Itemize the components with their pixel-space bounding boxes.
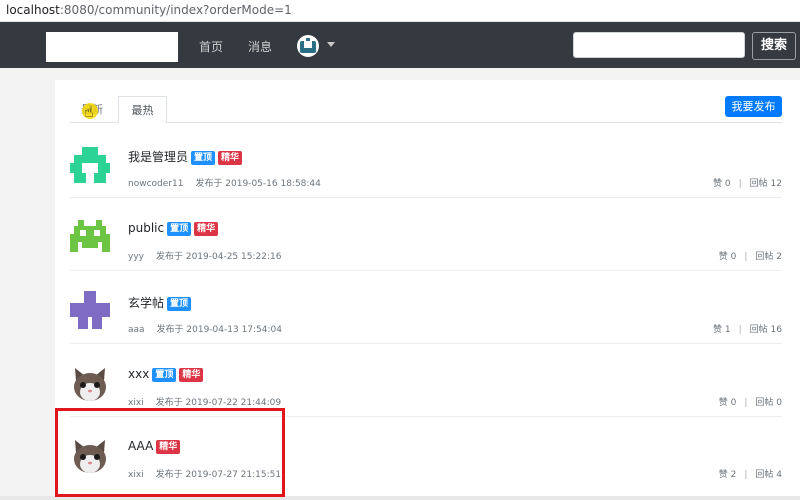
nav-home-link[interactable]: 首页 bbox=[199, 38, 223, 55]
post-author: xixi bbox=[128, 470, 144, 480]
browser-url-bar[interactable]: localhost:8080/community/index?orderMode… bbox=[0, 0, 800, 22]
url-path: :8080/community/index?orderMode=1 bbox=[59, 3, 292, 17]
post-time: 发布于 2019-07-22 21:44:09 bbox=[155, 398, 282, 408]
post-replies: 回帖 2 bbox=[755, 252, 782, 262]
post-author: aaa bbox=[128, 325, 145, 335]
nav-messages-link[interactable]: 消息 bbox=[248, 38, 272, 55]
post-title: 玄学帖 bbox=[128, 296, 165, 310]
status-bar bbox=[0, 496, 800, 500]
green-pixel-robot-icon[interactable] bbox=[70, 145, 110, 185]
tabs-divider bbox=[70, 122, 782, 123]
badge-top: 置顶 bbox=[167, 297, 192, 311]
post-meta: nowcoder11 发布于 2019-05-16 18:58:44 bbox=[128, 176, 321, 189]
post-likes: 赞 0 bbox=[713, 179, 731, 189]
post-item: AAA 精华 xixi 发布于 2019-07-27 21:15:51 赞 2 | 回帖… bbox=[70, 416, 782, 489]
chevron-down-icon[interactable] bbox=[327, 42, 335, 47]
post-time: 发布于 2019-05-16 18:58:44 bbox=[195, 179, 321, 189]
post-likes: 赞 2 bbox=[718, 470, 737, 480]
purple-pixel-cross-icon[interactable] bbox=[70, 291, 110, 331]
post-item: xxx 置顶 精华 xixi 发布于 2019-07-22 21:44:09 赞 0 |… bbox=[70, 344, 782, 417]
url-text[interactable]: localhost:8080/community/index?orderMode… bbox=[6, 3, 292, 17]
post-stats: 赞 0 | 回帖 0 bbox=[718, 398, 782, 408]
user-avatar-dropdown[interactable] bbox=[297, 35, 319, 57]
post-title-link[interactable]: xxx 置顶 精华 bbox=[128, 367, 204, 382]
post-title: AAA bbox=[128, 439, 154, 453]
post-item: 我是管理员 置顶 精华 nowcoder11 发布于 2019-05-16 18:58… bbox=[70, 125, 782, 198]
user-avatar-icon bbox=[300, 38, 316, 53]
badge-top: 置顶 bbox=[167, 222, 192, 236]
badge-featured: 精华 bbox=[179, 368, 204, 382]
green-pixel-invader-icon[interactable] bbox=[70, 218, 110, 258]
post-replies: 回帖 12 bbox=[749, 179, 782, 189]
post-stats: 赞 2 | 回帖 4 bbox=[718, 470, 782, 480]
search-button[interactable]: 搜索 bbox=[752, 32, 796, 60]
post-meta: xixi 发布于 2019-07-22 21:44:09 bbox=[128, 395, 281, 408]
top-navbar: 首页 消息 搜索 bbox=[0, 22, 800, 68]
post-likes: 赞 0 bbox=[718, 252, 737, 262]
badge-top: 置顶 bbox=[191, 151, 216, 165]
post-title-link[interactable]: 我是管理员 置顶 精华 bbox=[128, 148, 243, 165]
pointer-hand-icon: ☝ bbox=[84, 102, 94, 121]
post-replies: 回帖 16 bbox=[749, 325, 782, 335]
post-author: yyy bbox=[128, 252, 144, 262]
post-stats: 赞 0 | 回帖 12 bbox=[713, 179, 782, 189]
post-stats: 赞 0 | 回帖 2 bbox=[718, 252, 782, 262]
post-title: xxx bbox=[128, 367, 150, 381]
site-logo[interactable] bbox=[46, 32, 178, 62]
post-author: nowcoder11 bbox=[128, 179, 184, 189]
post-likes: 赞 1 bbox=[713, 325, 731, 335]
post-time: 发布于 2019-04-25 15:22:16 bbox=[155, 252, 282, 262]
post-time: 发布于 2019-04-13 17:54:04 bbox=[156, 325, 282, 335]
cat-avatar-icon[interactable] bbox=[70, 436, 110, 476]
new-post-button[interactable]: 我要发布 bbox=[725, 96, 782, 117]
post-title-link[interactable]: AAA 精华 bbox=[128, 439, 181, 454]
post-author: xixi bbox=[128, 398, 144, 408]
badge-featured: 精华 bbox=[218, 151, 243, 165]
badge-top: 置顶 bbox=[152, 368, 177, 382]
post-title: 我是管理员 bbox=[128, 150, 189, 164]
post-replies: 回帖 0 bbox=[755, 398, 782, 408]
search-input[interactable] bbox=[573, 32, 745, 58]
post-item: public 置顶 精华 yyy 发布于 2019-04-25 15:22:16 赞 … bbox=[70, 198, 782, 271]
post-meta: xixi 发布于 2019-07-27 21:15:51 bbox=[128, 467, 281, 480]
post-likes: 赞 0 bbox=[718, 398, 737, 408]
post-replies: 回帖 4 bbox=[755, 470, 782, 480]
post-time: 发布于 2019-07-27 21:15:51 bbox=[155, 470, 282, 480]
tab-hottest[interactable]: 最热 bbox=[118, 96, 167, 123]
post-item: 玄学帖 置顶 aaa 发布于 2019-04-13 17:54:04 赞 1 | 回帖 … bbox=[70, 271, 782, 344]
cat-avatar-icon[interactable] bbox=[70, 364, 110, 404]
post-title: public bbox=[128, 221, 165, 235]
post-meta: aaa 发布于 2019-04-13 17:54:04 bbox=[128, 322, 282, 335]
post-stats: 赞 1 | 回帖 16 bbox=[713, 325, 782, 335]
badge-featured: 精华 bbox=[194, 222, 219, 236]
url-host: localhost bbox=[6, 3, 60, 17]
post-title-link[interactable]: public 置顶 精华 bbox=[128, 221, 219, 236]
post-meta: yyy 发布于 2019-04-25 15:22:16 bbox=[128, 249, 281, 262]
badge-featured: 精华 bbox=[156, 440, 181, 454]
post-title-link[interactable]: 玄学帖 置顶 bbox=[128, 294, 192, 311]
